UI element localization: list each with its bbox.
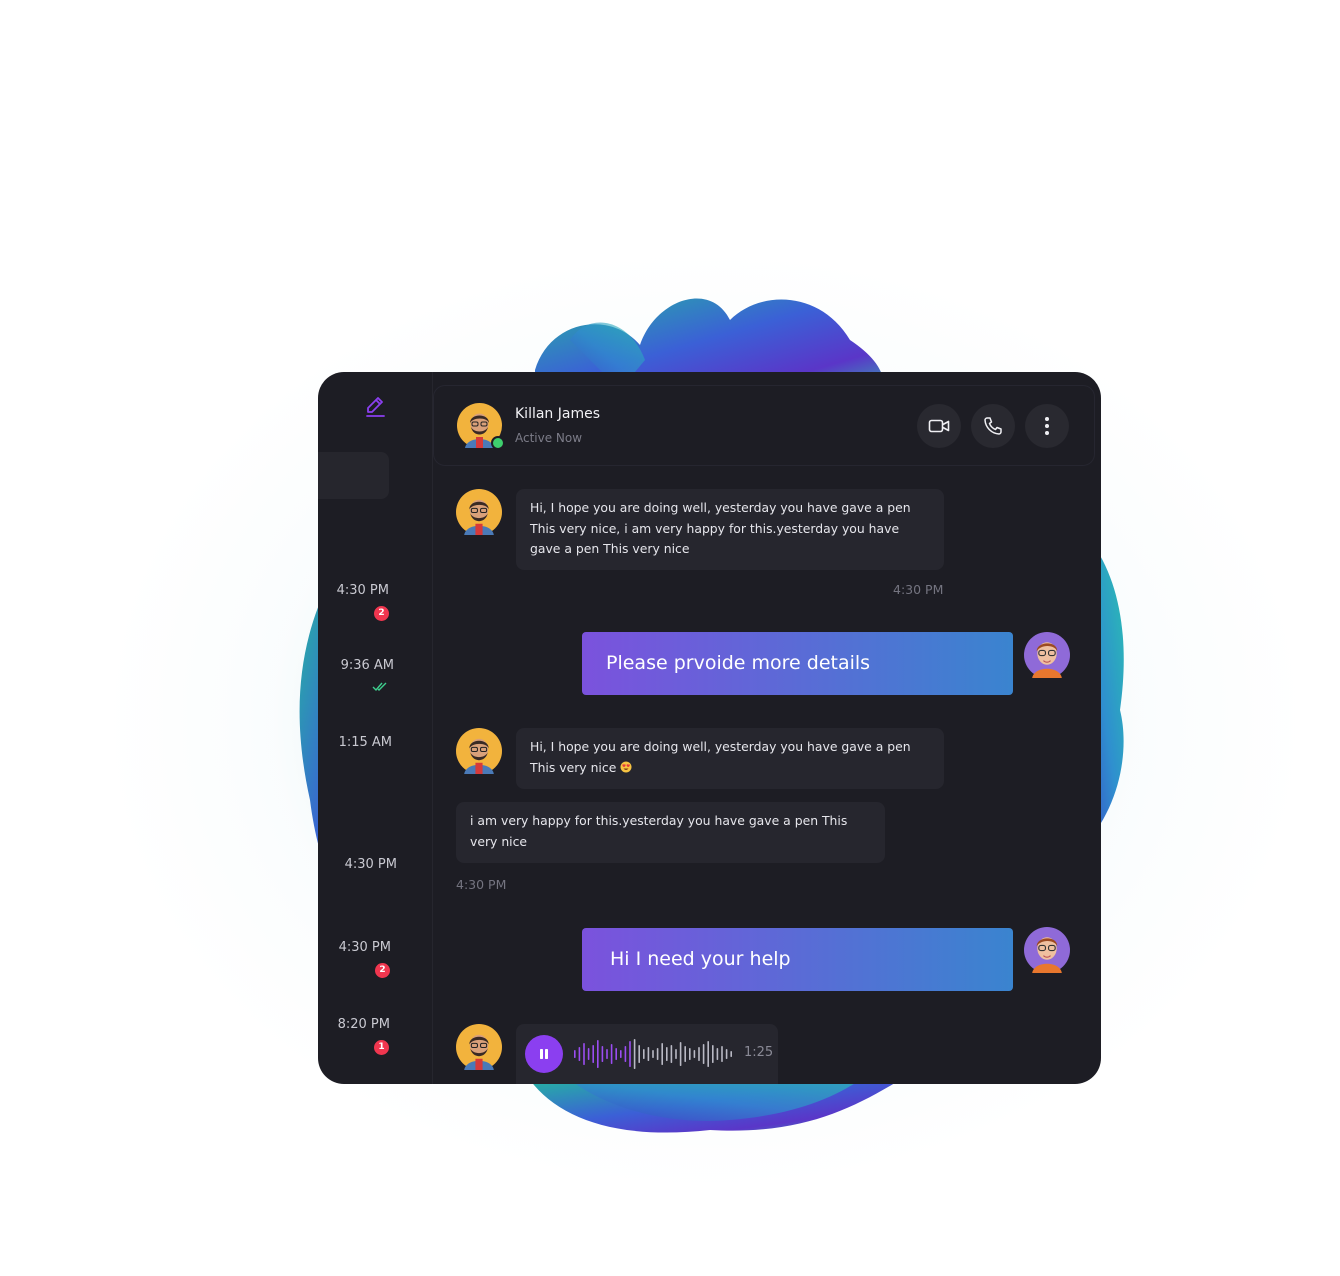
waveform-bar xyxy=(647,1047,650,1061)
waveform-bar xyxy=(679,1042,682,1066)
waveform-bar xyxy=(707,1041,709,1067)
contact-status: Active Now xyxy=(515,431,583,445)
contact-avatar xyxy=(456,489,502,535)
sidebar-item-selected[interactable] xyxy=(318,452,389,499)
waveform-bar xyxy=(716,1048,719,1060)
outgoing-message: Please prvoide more details xyxy=(582,632,1013,695)
waveform-bar xyxy=(698,1047,700,1061)
waveform-bar xyxy=(661,1043,663,1065)
waveform-bar xyxy=(601,1046,604,1062)
waveform-bar xyxy=(620,1050,622,1058)
waveform-bar xyxy=(702,1044,705,1064)
waveform-bar xyxy=(578,1047,581,1061)
waveform-bar xyxy=(629,1041,631,1067)
double-check-icon xyxy=(372,682,387,692)
video-call-button[interactable] xyxy=(917,404,961,448)
waveform-bar xyxy=(689,1048,691,1060)
outgoing-message: Hi I need your help xyxy=(582,928,1013,991)
waveform-bar xyxy=(693,1050,696,1058)
waveform-bar xyxy=(615,1048,617,1060)
waveform-bar xyxy=(684,1046,686,1062)
conversation-time: 1:15 AM xyxy=(338,735,392,750)
waveform-bar xyxy=(670,1045,673,1063)
voice-call-button[interactable] xyxy=(971,404,1015,448)
more-options-button[interactable] xyxy=(1025,404,1069,448)
chat-window: 4:30 PM 2 9:36 AM 1:15 AM 4:30 PM 4:30 P… xyxy=(318,372,1101,1084)
video-camera-icon xyxy=(928,419,950,433)
pause-button[interactable] xyxy=(525,1035,563,1073)
pencil-edit-icon xyxy=(366,397,385,417)
unread-badge: 2 xyxy=(374,606,389,621)
contact-avatar xyxy=(456,1024,502,1070)
waveform-bar xyxy=(583,1043,585,1065)
voice-duration: 1:25 xyxy=(744,1045,774,1060)
heart-eyes-emoji-icon xyxy=(620,761,632,772)
compose-button[interactable] xyxy=(362,392,388,418)
page-background: 4:30 PM 2 9:36 AM 1:15 AM 4:30 PM 4:30 P… xyxy=(0,0,1340,1276)
conversation-time: 4:30 PM xyxy=(336,583,389,598)
waveform-bar xyxy=(610,1044,613,1064)
waveform-bar xyxy=(638,1045,640,1063)
waveform-bar xyxy=(712,1045,714,1063)
incoming-message: Hi, I hope you are doing well, yesterday… xyxy=(516,728,944,789)
waveform-bar xyxy=(643,1049,645,1059)
waveform-bar xyxy=(675,1049,677,1059)
unread-badge: 1 xyxy=(374,1040,389,1055)
waveform-bar xyxy=(725,1049,728,1059)
waveform-bar xyxy=(587,1048,590,1060)
conversation-time: 4:30 PM xyxy=(338,940,391,955)
pause-icon xyxy=(540,1049,548,1059)
audio-waveform[interactable] xyxy=(574,1038,738,1070)
waveform-bar xyxy=(574,1050,576,1058)
conversation-time: 4:30 PM xyxy=(344,857,397,872)
contact-name: Killan James xyxy=(515,406,601,422)
waveform-bar xyxy=(652,1050,654,1058)
incoming-message: i am very happy for this.yesterday you h… xyxy=(456,802,885,863)
waveform-bar xyxy=(592,1045,594,1063)
message-time: 4:30 PM xyxy=(456,877,507,892)
user-avatar xyxy=(1024,632,1070,678)
waveform-bar xyxy=(597,1040,599,1068)
conversation-sidebar: 4:30 PM 2 9:36 AM 1:15 AM 4:30 PM 4:30 P… xyxy=(318,372,433,1084)
phone-icon xyxy=(984,417,1002,435)
more-vertical-icon xyxy=(1045,417,1049,435)
waveform-bar xyxy=(606,1049,608,1059)
waveform-bar xyxy=(721,1046,723,1062)
waveform-bar xyxy=(666,1047,668,1061)
chat-header: Killan James Active Now xyxy=(433,385,1095,466)
voice-message: 1:25 xyxy=(516,1024,778,1084)
contact-avatar xyxy=(456,728,502,774)
conversation-time: 8:20 PM xyxy=(337,1017,390,1032)
waveform-bar xyxy=(656,1048,659,1060)
waveform-bar xyxy=(633,1039,636,1069)
incoming-message: Hi, I hope you are doing well, yesterday… xyxy=(516,489,944,570)
waveform-bar xyxy=(730,1051,732,1057)
unread-badge: 2 xyxy=(375,963,390,978)
conversation-time: 9:36 AM xyxy=(340,658,394,673)
online-indicator xyxy=(491,436,505,450)
message-time: 4:30 PM xyxy=(893,582,944,597)
user-avatar xyxy=(1024,927,1070,973)
waveform-bar xyxy=(624,1046,627,1062)
message-text: Hi, I hope you are doing well, yesterday… xyxy=(530,739,911,775)
